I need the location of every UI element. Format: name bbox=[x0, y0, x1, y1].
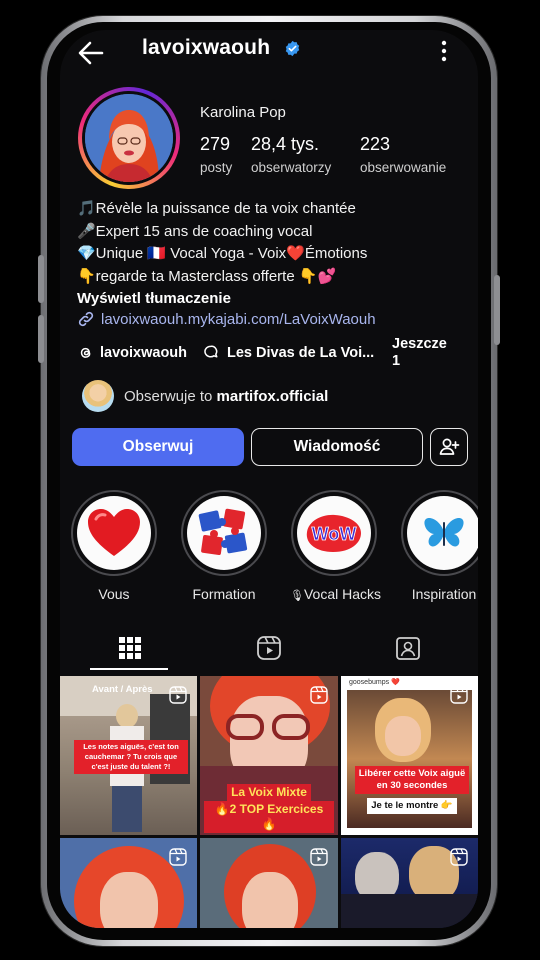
post-thumbnail[interactable]: La Voix Mixte 🔥2 TOP Exercices 🔥 bbox=[200, 676, 338, 835]
post-caption: La Voix Mixte 🔥2 TOP Exercices 🔥 bbox=[204, 784, 334, 833]
highlight-vocal-hacks[interactable]: WoW 🎙Vocal Hacks bbox=[290, 490, 382, 602]
profile-bio: 🎵Révèle la puissance de ta voix chantée … bbox=[77, 198, 467, 311]
followed-by-row[interactable]: Obserwuje to martifox.official bbox=[82, 379, 328, 413]
more-options-icon[interactable] bbox=[434, 38, 454, 64]
phone-power-button bbox=[494, 275, 500, 345]
profile-screen: lavoixwaouh Karolina Pop 279 posty 28,4 … bbox=[60, 30, 478, 928]
reel-indicator-icon bbox=[310, 848, 328, 866]
followers-label: obserwatorzy bbox=[251, 160, 332, 175]
puzzle-icon bbox=[198, 508, 248, 556]
reel-indicator-icon bbox=[450, 686, 468, 704]
post-caption: Les notes aiguës, c'est ton cauchemar ? … bbox=[74, 740, 188, 774]
message-button[interactable]: Wiadomość bbox=[251, 428, 423, 466]
profile-username: lavoixwaouh bbox=[142, 36, 271, 59]
profile-links-row: lavoixwaouh Les Divas de La Voi... Jeszc… bbox=[77, 336, 472, 376]
highlight-label: Formation bbox=[192, 586, 256, 602]
tab-grid[interactable] bbox=[60, 626, 199, 670]
add-user-button[interactable] bbox=[430, 428, 468, 466]
microphone-emoji: 🎙 bbox=[290, 590, 304, 602]
more-links-button[interactable]: Jeszcze 1 bbox=[392, 336, 447, 370]
post-caption-line: 🔥2 TOP Exercices 🔥 bbox=[204, 801, 334, 833]
following-label: obserwowanie bbox=[360, 160, 447, 175]
bio-line: 🎤Expert 15 ans de coaching vocal bbox=[77, 222, 313, 240]
profile-tabs bbox=[60, 626, 478, 670]
phone-side-button bbox=[38, 315, 44, 363]
followed-by-user: martifox.official bbox=[216, 387, 329, 405]
threads-handle: lavoixwaouh bbox=[100, 344, 188, 361]
following-count[interactable]: 223 bbox=[360, 134, 390, 155]
post-caption: Je te le montre 👉 bbox=[367, 798, 457, 814]
heart-icon bbox=[88, 509, 140, 556]
posts-count[interactable]: 279 bbox=[200, 134, 230, 155]
phone-side-button bbox=[38, 255, 44, 303]
posts-label: posty bbox=[200, 160, 233, 175]
post-thumbnail[interactable]: goosebumps ❤️ Libérer cette Voix aiguë e… bbox=[341, 676, 478, 835]
post-caption: Libérer cette Voix aiguë en 30 secondes bbox=[355, 766, 469, 794]
verified-badge-icon bbox=[285, 40, 300, 57]
display-name: Karolina Pop bbox=[200, 104, 286, 121]
reels-icon bbox=[256, 636, 281, 660]
profile-link-text: lavoixwaouh.mykajabi.com/LaVoixWaouh bbox=[101, 310, 376, 328]
reel-indicator-icon bbox=[450, 848, 468, 866]
post-top-label: Avant / Après bbox=[92, 684, 153, 695]
bio-line: 👇regarde ta Masterclass offerte 👇💕 bbox=[77, 267, 337, 285]
grid-icon bbox=[118, 637, 141, 659]
profile-link[interactable]: lavoixwaouh.mykajabi.com/LaVoixWaouh bbox=[77, 310, 376, 328]
bio-line: 🎵Révèle la puissance de ta voix chantée bbox=[77, 200, 356, 217]
chat-bubbles-icon bbox=[204, 345, 218, 358]
highlight-formation[interactable]: Formation bbox=[180, 490, 268, 602]
community-link[interactable]: Les Divas de La Voi... bbox=[203, 344, 374, 361]
threads-link[interactable]: lavoixwaouh bbox=[77, 344, 187, 361]
followed-by-prefix: Obserwuje to bbox=[124, 387, 213, 405]
see-translation-link[interactable]: Wyświetl tłumaczenie bbox=[77, 288, 467, 311]
link-icon bbox=[78, 311, 94, 327]
post-thumbnail[interactable] bbox=[60, 838, 197, 928]
more-links-count: 1 bbox=[392, 353, 401, 369]
wow-sticker-icon: WoW bbox=[306, 514, 361, 552]
tab-reels[interactable] bbox=[199, 626, 338, 670]
profile-avatar[interactable] bbox=[78, 87, 180, 189]
post-top-label: goosebumps ❤️ bbox=[349, 679, 400, 686]
community-name: Les Divas de La Voi... bbox=[227, 344, 375, 361]
post-thumbnail[interactable]: Avant / Après Les notes aiguës, c'est to… bbox=[60, 676, 197, 835]
followers-count[interactable]: 28,4 tys. bbox=[251, 134, 319, 155]
post-thumbnail[interactable] bbox=[341, 838, 478, 928]
threads-icon bbox=[80, 347, 91, 358]
highlight-inspiration[interactable]: Inspiration bbox=[400, 490, 478, 602]
highlight-vous[interactable]: Vous bbox=[70, 490, 158, 602]
tab-tagged[interactable] bbox=[338, 626, 477, 670]
follow-button[interactable]: Obserwuj bbox=[72, 428, 244, 466]
bio-line: 💎Unique 🇫🇷 Vocal Yoga - Voix❤️Émotions bbox=[77, 245, 368, 263]
add-user-icon bbox=[439, 438, 460, 455]
tagged-icon bbox=[395, 637, 420, 660]
butterfly-icon bbox=[424, 518, 464, 547]
posts-grid: Avant / Après Les notes aiguës, c'est to… bbox=[60, 676, 478, 928]
follower-avatar bbox=[82, 380, 114, 412]
active-tab-indicator bbox=[90, 668, 168, 670]
reel-indicator-icon bbox=[310, 686, 328, 704]
svg-text:WoW: WoW bbox=[312, 524, 357, 544]
reel-indicator-icon bbox=[169, 848, 187, 866]
highlight-label: Inspiration bbox=[411, 586, 477, 602]
highlight-label: 🎙Vocal Hacks bbox=[290, 586, 382, 602]
reel-indicator-icon bbox=[169, 686, 187, 704]
avatar-photo bbox=[85, 94, 173, 182]
back-arrow-icon[interactable] bbox=[76, 38, 106, 68]
post-thumbnail[interactable] bbox=[200, 838, 338, 928]
more-links-label: Jeszcze bbox=[392, 336, 447, 352]
post-caption-line: La Voix Mixte bbox=[227, 784, 311, 801]
highlight-label: Vous bbox=[98, 586, 130, 602]
